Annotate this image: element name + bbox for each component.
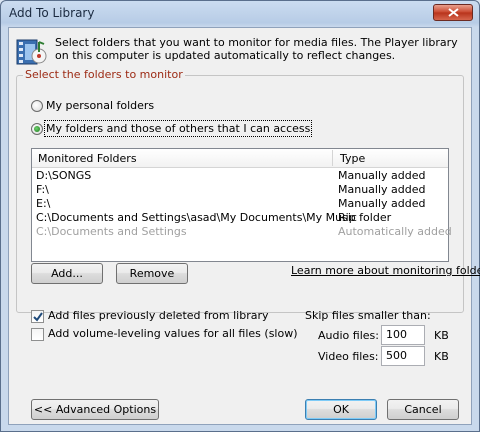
folder-path: F:\ [36, 183, 49, 196]
list-header: Monitored Folders Type [32, 149, 448, 168]
header-description: Select folders that you want to monitor … [55, 36, 458, 62]
ok-button[interactable]: OK [305, 399, 377, 420]
column-header-type[interactable]: Type [340, 152, 365, 165]
folder-type: Manually added [338, 169, 426, 182]
list-row[interactable]: E:\ Manually added [32, 197, 448, 211]
list-row[interactable]: F:\ Manually added [32, 183, 448, 197]
audio-files-label: Audio files: [318, 329, 379, 342]
folder-type: Rip folder [338, 211, 392, 224]
close-icon [448, 8, 459, 17]
folder-type: Manually added [338, 197, 426, 210]
checkmark-icon [33, 312, 43, 322]
column-header-folders[interactable]: Monitored Folders [38, 152, 137, 165]
audio-size-input[interactable]: 100 [381, 325, 425, 345]
folder-type: Manually added [338, 183, 426, 196]
cancel-button[interactable]: Cancel [387, 399, 459, 420]
close-button[interactable] [433, 4, 473, 21]
title-bar[interactable]: Add To Library [1, 1, 479, 25]
column-divider[interactable] [332, 150, 333, 166]
groupbox-title: Select the folders to monitor [23, 68, 185, 81]
volume-leveling-label[interactable]: Add volume-leveling values for all files… [48, 327, 298, 340]
remove-button[interactable]: Remove [116, 263, 188, 284]
list-row[interactable]: D:\SONGS Manually added [32, 169, 448, 183]
advanced-options-button[interactable]: << Advanced Options [31, 399, 159, 420]
add-button[interactable]: Add... [31, 263, 103, 284]
window-title: Add To Library [9, 6, 95, 20]
add-deleted-files-label[interactable]: Add files previously deleted from librar… [48, 309, 268, 322]
radio-my-personal-folders[interactable] [31, 100, 43, 112]
radio-my-folders-and-others[interactable] [31, 123, 43, 135]
volume-leveling-checkbox[interactable] [31, 328, 44, 341]
video-files-label: Video files: [318, 350, 379, 363]
folder-path: C:\Documents and Settings\asad\My Docume… [36, 211, 357, 224]
folder-path: D:\SONGS [36, 169, 92, 182]
list-row[interactable]: C:\Documents and Settings\asad\My Docume… [32, 211, 448, 225]
video-size-input[interactable]: 500 [381, 346, 425, 366]
monitored-folders-list[interactable]: Monitored Folders Type D:\SONGS Manually… [31, 148, 452, 262]
media-library-icon [16, 39, 47, 65]
add-deleted-files-checkbox[interactable] [31, 310, 44, 323]
folder-path: C:\Documents and Settings [36, 225, 187, 238]
folder-path: E:\ [36, 197, 51, 210]
radio-label-personal[interactable]: My personal folders [46, 99, 154, 112]
list-row[interactable]: C:\Documents and Settings Automatically … [32, 225, 452, 239]
video-unit-label: KB [434, 350, 449, 363]
dialog-body: Select folders that you want to monitor … [8, 27, 480, 425]
learn-more-link[interactable]: Learn more about monitoring folders [291, 264, 480, 277]
skip-files-label: Skip files smaller than: [305, 309, 431, 322]
audio-unit-label: KB [434, 329, 449, 342]
add-to-library-dialog: Add To Library Select folders that you w… [0, 0, 480, 432]
radio-label-all[interactable]: My folders and those of others that I ca… [43, 120, 313, 137]
folder-type: Automatically added [338, 225, 452, 238]
